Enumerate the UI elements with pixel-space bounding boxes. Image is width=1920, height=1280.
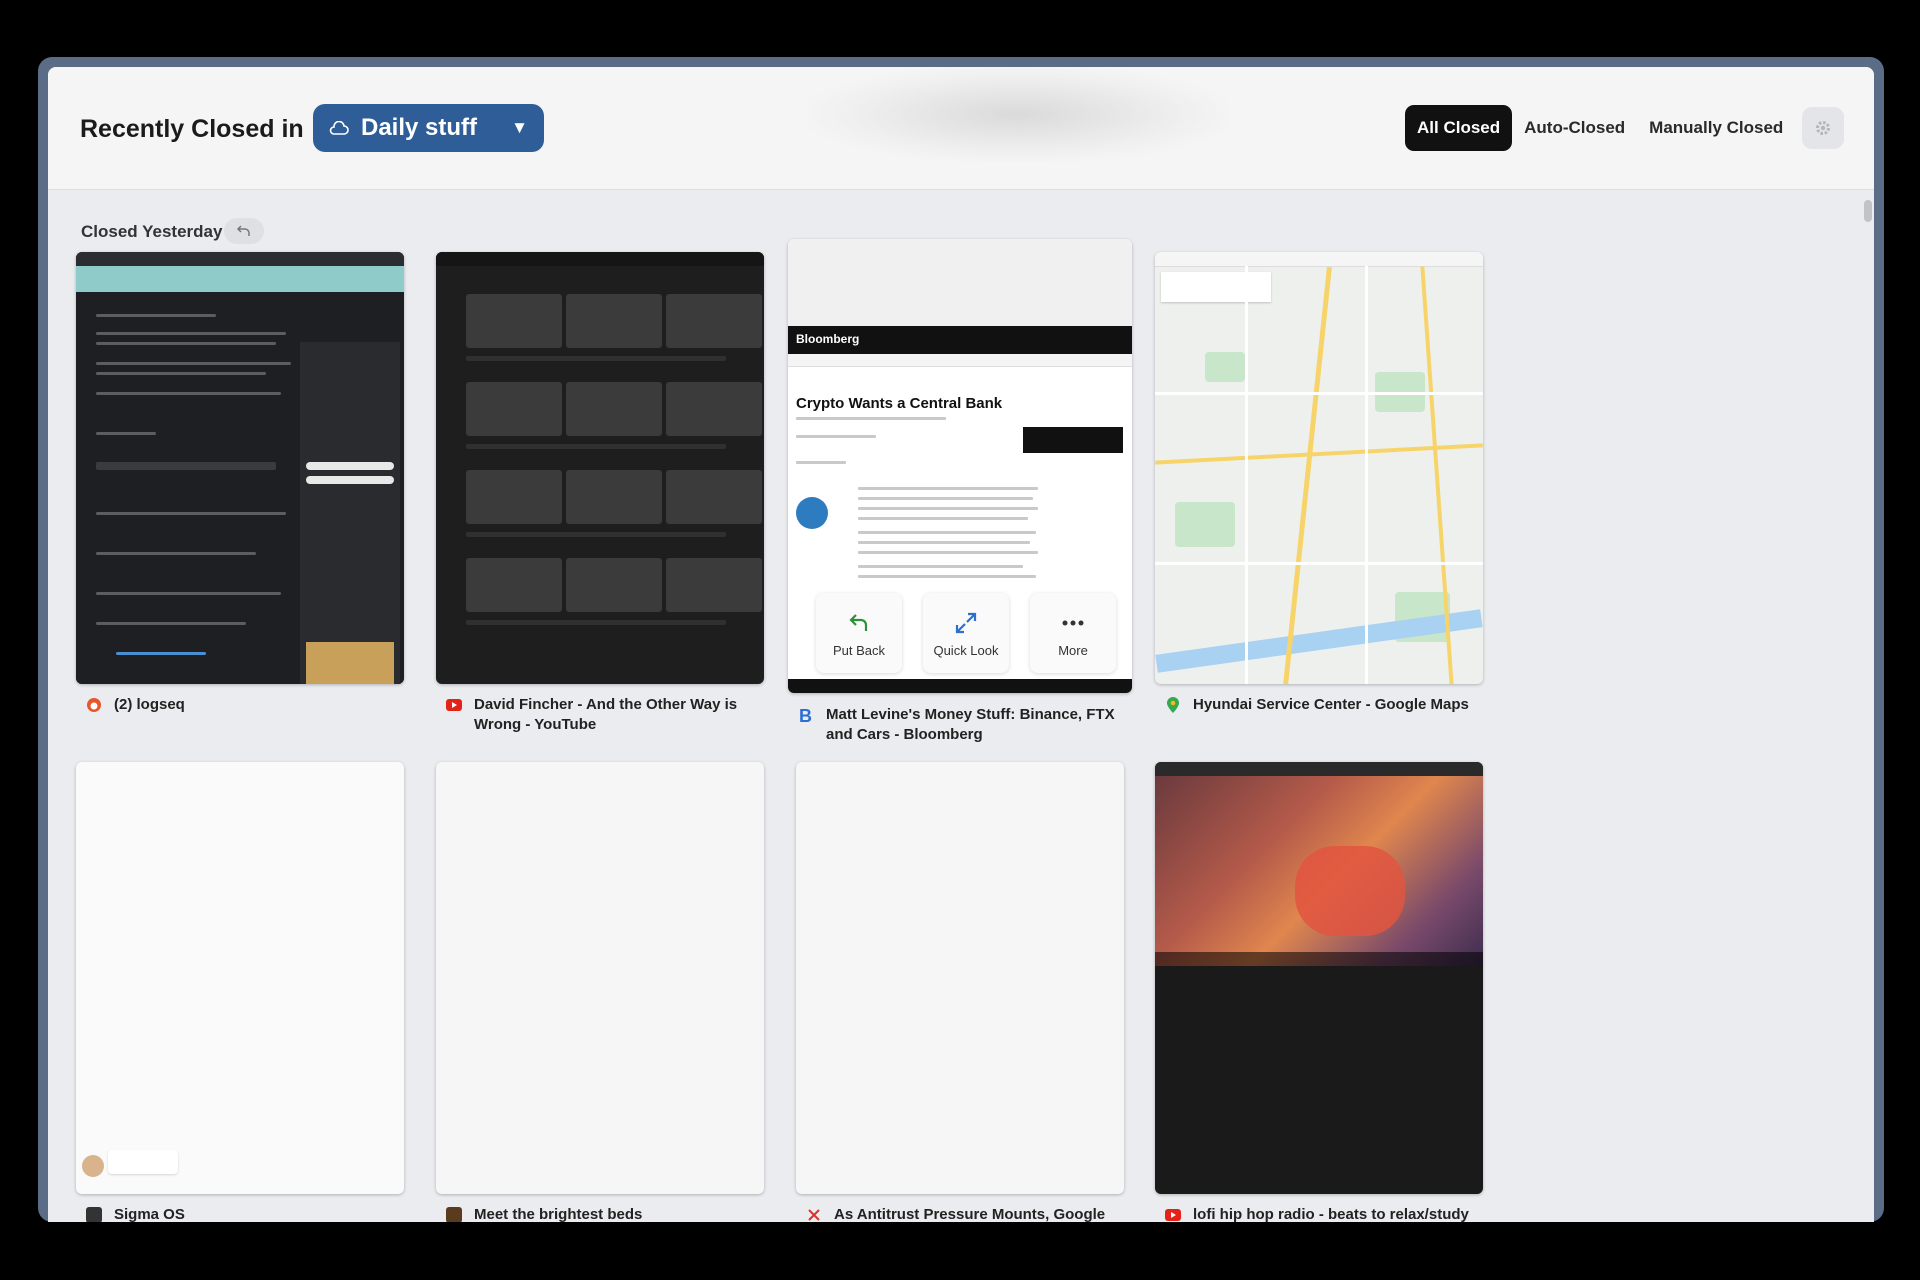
- chevron-down-icon: ▼: [511, 118, 528, 137]
- section-heading: Closed Yesterday: [81, 222, 223, 241]
- youtube-icon: [1165, 1207, 1181, 1222]
- tab-card-blank[interactable]: [436, 762, 764, 1194]
- space-name: Daily stuff: [361, 114, 478, 141]
- google-maps-icon: [1165, 697, 1181, 713]
- bloomberg-headline: Crypto Wants a Central Bank: [796, 395, 1003, 412]
- tab-title-sigma-os[interactable]: Sigma OS: [86, 1205, 396, 1222]
- recently-closed-panel: Recently Closed in Daily stuff ▼ All Clo…: [48, 67, 1874, 1222]
- browser-window: Recently Closed in Daily stuff ▼ All Clo…: [38, 57, 1884, 1222]
- settings-button[interactable]: [1802, 107, 1844, 149]
- tab-title-bloomberg[interactable]: B Matt Levine's Money Stuff: Binance, FT…: [798, 705, 1128, 745]
- tab-title-google-maps[interactable]: Hyundai Service Center - Google Maps: [1165, 695, 1485, 715]
- put-back-arrow-icon: [849, 613, 868, 631]
- tab-card-antitrust[interactable]: [796, 762, 1124, 1194]
- space-selector-button[interactable]: Daily stuff ▼: [313, 104, 544, 152]
- put-back-button[interactable]: Put Back: [816, 593, 902, 673]
- scrollbar[interactable]: [1864, 200, 1872, 222]
- tab-card-bloomberg[interactable]: Bloomberg Crypto Wants a Central Bank Pu…: [788, 239, 1132, 693]
- filter-segmented-control: All Closed Auto-Closed Manually Closed: [1405, 105, 1795, 151]
- tab-card-logseq[interactable]: [76, 252, 404, 684]
- filter-all-closed[interactable]: All Closed: [1405, 105, 1513, 151]
- tab-title-logseq[interactable]: (2) logseq: [86, 695, 396, 715]
- hover-action-bar: Put Back Quick Look More: [816, 593, 1116, 673]
- tab-card-sigma-os[interactable]: [76, 762, 404, 1194]
- panel-header: Recently Closed in Daily stuff ▼ All Clo…: [48, 67, 1874, 190]
- tab-title-lofi[interactable]: lofi hip hop radio - beats to relax/stud…: [1165, 1205, 1485, 1222]
- bloomberg-brand: Bloomberg: [796, 332, 860, 346]
- ellipsis-icon: [1062, 620, 1084, 625]
- cloud-icon: [329, 121, 349, 135]
- expand-arrows-icon: [955, 612, 977, 633]
- tab-title-antitrust[interactable]: As Antitrust Pressure Mounts, Google: [806, 1205, 1126, 1222]
- filter-manually-closed[interactable]: Manually Closed: [1637, 105, 1795, 151]
- logseq-icon: [86, 697, 102, 713]
- tab-card-google-maps[interactable]: [1155, 252, 1483, 684]
- bloomberg-icon: B: [798, 706, 814, 724]
- more-button[interactable]: More: [1030, 593, 1116, 673]
- page-title: Recently Closed in: [80, 115, 304, 143]
- gear-icon: [1816, 121, 1830, 135]
- tab-card-youtube-fincher[interactable]: [436, 252, 764, 684]
- filter-auto-closed[interactable]: Auto-Closed: [1512, 105, 1637, 151]
- news-icon: [806, 1207, 822, 1222]
- quick-look-button[interactable]: Quick Look: [923, 593, 1009, 673]
- undo-arrow-icon: [236, 225, 250, 236]
- tab-card-lofi[interactable]: [1155, 762, 1483, 1194]
- restore-all-button[interactable]: [224, 218, 264, 244]
- sigma-icon: [86, 1207, 102, 1222]
- svg-text:B: B: [799, 706, 812, 724]
- tab-title-blank[interactable]: Meet the brightest beds: [446, 1205, 756, 1222]
- youtube-icon: [446, 697, 462, 713]
- video-thumbnail: [1155, 776, 1483, 966]
- tab-title-youtube-fincher[interactable]: David Fincher - And the Other Way is Wro…: [446, 695, 756, 735]
- page-icon: [446, 1207, 462, 1222]
